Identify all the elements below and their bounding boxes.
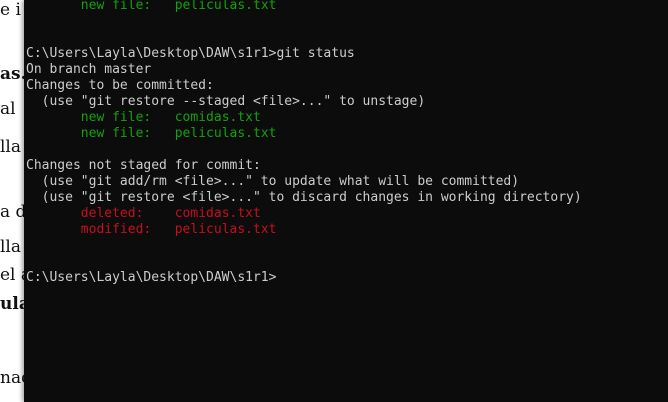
terminal-line: On branch master [26,62,152,77]
terminal-line: Changes not staged for commit: [26,158,261,173]
file-name: peliculas.txt [174,222,277,237]
terminal-line: Changes to be committed: [26,78,214,93]
doc-text-fragment: lla [0,137,22,157]
file-name: comidas.txt [174,206,261,221]
file-name: peliculas.txt [174,126,277,141]
file-name: peliculas.txt [174,0,277,13]
file-name: comidas.txt [174,110,261,125]
terminal-line: new file: peliculas.txt [26,126,277,142]
terminal-line: (use "git restore <file>..." to discard … [26,190,582,205]
terminal-line: new file: comidas.txt [26,110,261,126]
status-label: new file: [80,126,152,141]
doc-text-fragment: al [0,99,16,119]
terminal-line: new file: peliculas.txt [26,0,277,14]
doc-text-fragment: as. [0,64,27,84]
doc-text-fragment: lla [0,237,22,257]
terminal-line: modified: peliculas.txt [26,222,277,238]
terminal-line: (use "git restore --staged <file>..." to… [26,94,426,109]
status-label: deleted: [80,206,144,221]
doc-text-fragment: e i [0,0,21,20]
status-label: new file: [80,0,152,13]
command-prompt-line[interactable]: C:\Users\Layla\Desktop\DAW\s1r1> [26,270,276,286]
command-prompt-line: C:\Users\Layla\Desktop\DAW\s1r1>git stat… [26,46,355,61]
status-label: modified: [80,222,152,237]
status-label: new file: [80,110,152,125]
terminal-line: (use "git add/rm <file>..." to update wh… [26,174,520,189]
doc-text-fragment: a d [0,202,27,222]
terminal-line: deleted: comidas.txt [26,206,261,222]
terminal-window[interactable]: new file: peliculas.txt C:\Users\Layla\D… [24,0,668,402]
